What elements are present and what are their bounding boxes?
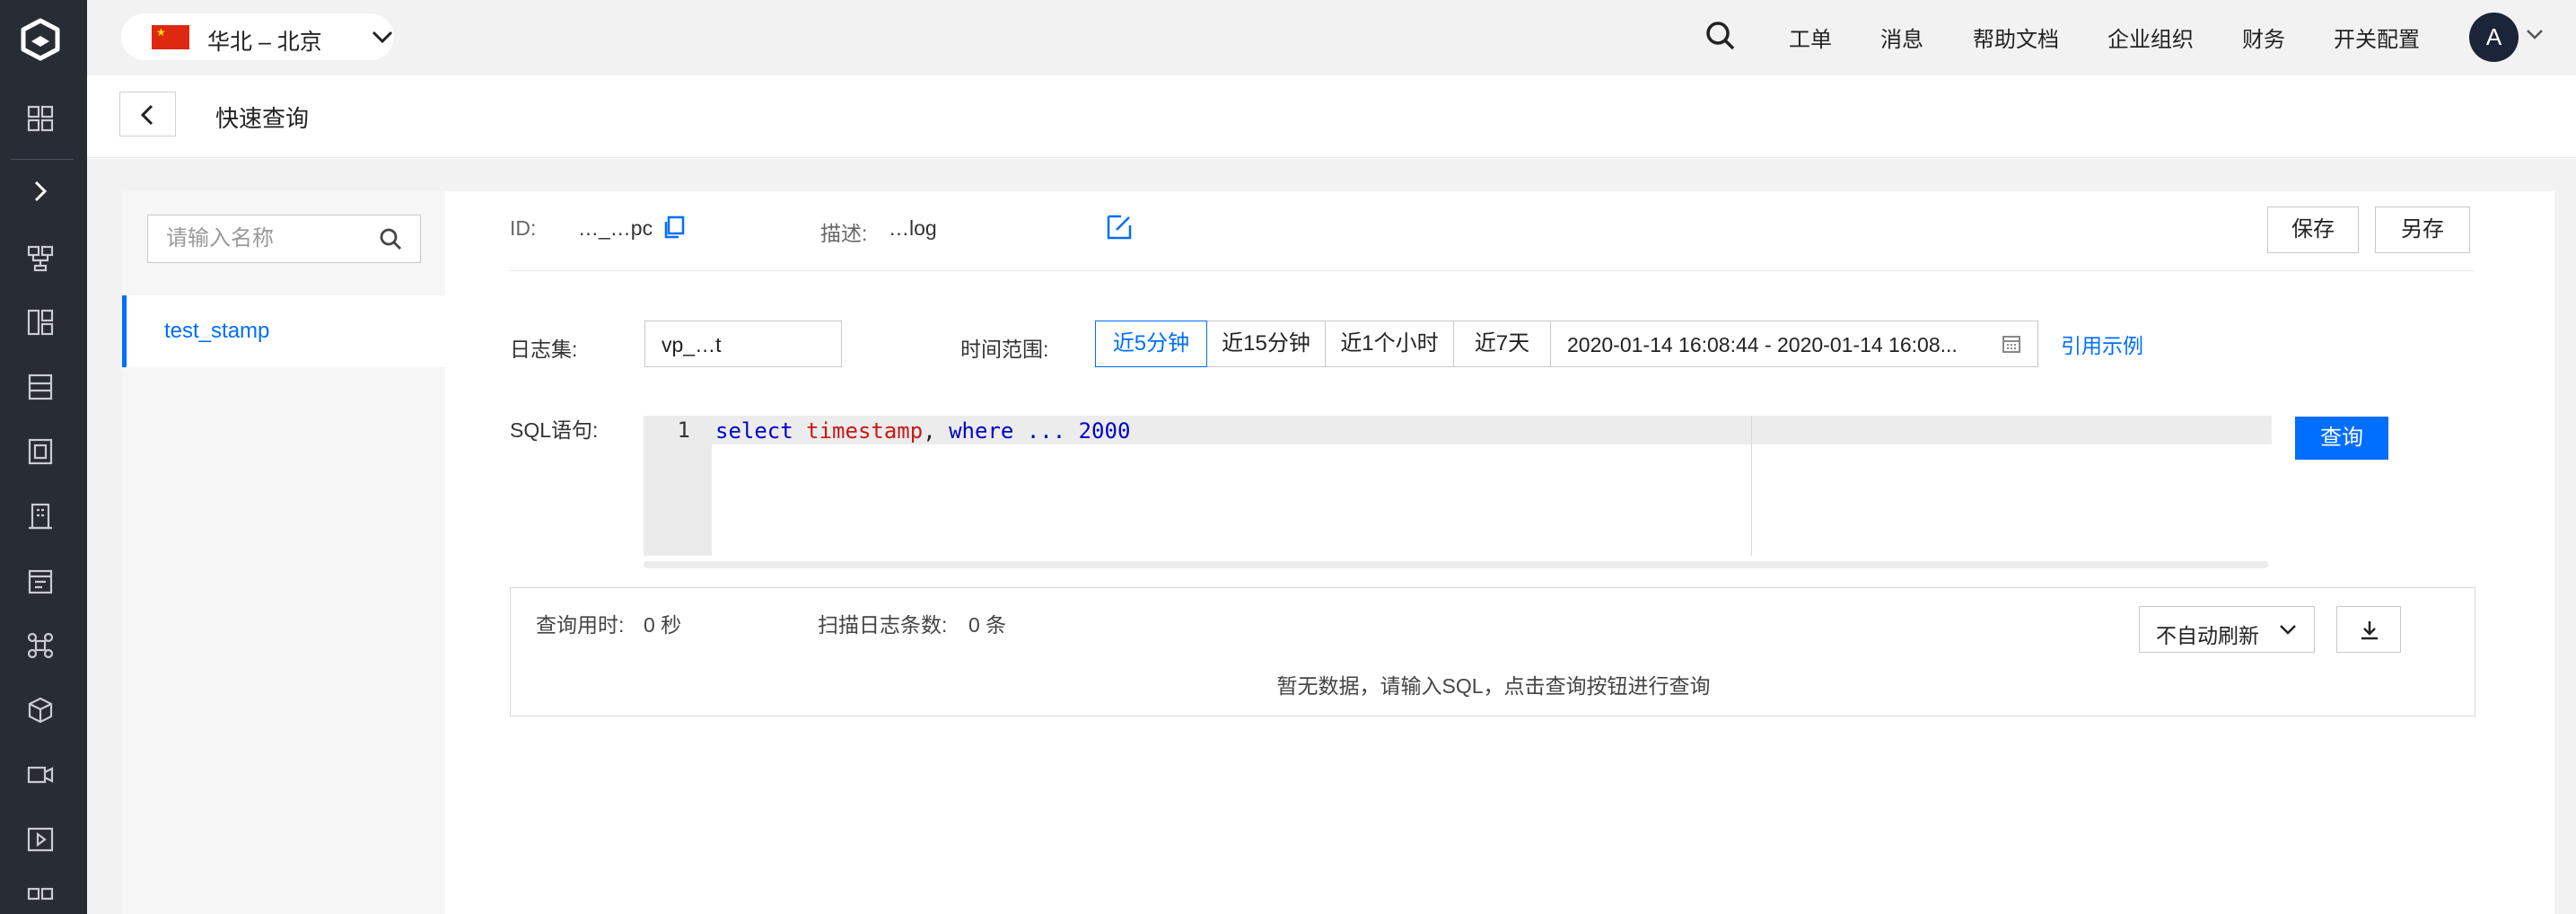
description-value: …log [889,216,937,240]
time-range-picker[interactable]: 2020-01-14 16:08:44 - 2020-01-14 16:08..… [1550,321,2038,367]
time-option-1hour[interactable]: 近1个小时 [1325,321,1454,367]
nav-organization[interactable]: 企业组织 [2107,22,2194,53]
query-list-panel: test_stamp [122,191,445,914]
back-button[interactable] [119,92,176,136]
list-item-label: test_stamp [164,319,270,343]
time-range-value: 2020-01-14 16:08:44 - 2020-01-14 16:08..… [1567,333,1958,356]
logset-value: vp_…t [662,333,722,356]
grid-icon[interactable] [25,103,56,134]
sql-editor[interactable]: 1 select timestamp, where ... 2000 [644,416,2272,556]
calendar-icon [2002,336,2020,353]
avatar[interactable]: A [2469,13,2519,62]
rail-divider [11,159,74,160]
dashboard-icon[interactable] [25,307,56,338]
package-icon[interactable] [25,695,56,725]
page-header: 快速查询 [87,75,2576,158]
logset-select[interactable]: vp_…t [644,321,842,367]
chevron-down-icon[interactable] [2525,27,2545,41]
top-bar: ★ 华北 – 北京 工单 消息 帮助文档 企业组织 财务 开关配置 A [87,0,2576,75]
line-gutter: 1 [644,416,712,556]
auto-refresh-select[interactable]: 不自动刷新 [2139,606,2315,653]
chevron-left-icon [140,104,153,126]
nav-finance[interactable]: 财务 [2242,22,2285,53]
save-as-button[interactable]: 另存 [2375,207,2470,253]
download-icon [2361,621,2378,640]
side-rail [0,0,87,914]
nav-ticket[interactable]: 工单 [1789,22,1832,53]
storage-icon[interactable] [25,372,56,402]
search-icon[interactable] [1703,18,1739,54]
search-icon[interactable] [378,226,403,251]
calendar-icon[interactable] [25,566,56,596]
scan-count-value: 0 条 [968,613,1007,637]
scan-count-label: 扫描日志条数: [818,613,948,637]
id-label: ID: [510,216,537,240]
network-icon[interactable] [25,242,56,273]
nav-switch-config[interactable]: 开关配置 [2334,22,2420,53]
time-option-7days[interactable]: 近7天 [1453,321,1551,367]
name-search-input[interactable] [166,226,372,251]
result-panel: 查询用时: 0 秒 扫描日志条数: 0 条 不自动刷新 暂无数据，请输入SQL，… [510,587,2475,716]
query-button[interactable]: 查询 [2295,417,2388,460]
empty-state-message: 暂无数据，请输入SQL，点击查询按钮进行查询 [1276,674,1711,698]
time-range-label: 时间范围: [960,338,1049,361]
id-value: …_…pc [578,216,653,240]
brand-logo-icon[interactable] [19,18,62,61]
command-icon[interactable] [25,630,56,661]
chevron-down-icon [372,31,393,44]
page-title: 快速查询 [215,105,310,132]
name-search-box[interactable] [147,215,421,263]
query-time-label: 查询用时: [536,613,625,637]
copy-icon[interactable] [662,215,686,239]
grid-apps-icon[interactable] [25,885,56,914]
header-divider [510,270,2474,271]
nav-messages[interactable]: 消息 [1880,22,1923,53]
sql-label: SQL语句: [510,418,599,442]
line-number: 1 [677,417,690,443]
logset-label: 日志集: [510,338,578,361]
china-flag-icon: ★ [152,25,189,49]
download-button[interactable] [2336,606,2401,653]
editor-horizontal-scrollbar[interactable] [644,561,2268,568]
list-item[interactable]: test_stamp [122,295,445,367]
play-icon[interactable] [25,824,56,855]
query-detail-panel: ID: …_…pc 描述: …log 保存 另存 日志集: vp_…t 时间范围… [445,191,2554,914]
database-icon[interactable] [25,436,56,467]
expand-chevron-icon[interactable] [25,176,56,207]
building-icon[interactable] [25,501,56,532]
sql-code[interactable]: select timestamp, where ... 2000 [715,418,1130,444]
region-selector[interactable]: ★ 华北 – 北京 [121,13,394,60]
save-button[interactable]: 保存 [2267,207,2359,253]
print-margin-guide [1751,416,1752,556]
nav-help-docs[interactable]: 帮助文档 [1973,22,2059,53]
region-label: 华北 – 北京 [207,30,322,55]
example-link[interactable]: 引用示例 [2061,329,2143,359]
query-time-value: 0 秒 [644,613,682,637]
time-option-15min[interactable]: 近15分钟 [1206,321,1326,367]
auto-refresh-value: 不自动刷新 [2156,624,2259,647]
video-camera-icon[interactable] [25,760,56,790]
description-label: 描述: [820,222,868,245]
time-option-5min[interactable]: 近5分钟 [1095,321,1207,367]
edit-icon[interactable] [1105,213,1134,242]
chevron-down-icon [2280,625,2296,635]
